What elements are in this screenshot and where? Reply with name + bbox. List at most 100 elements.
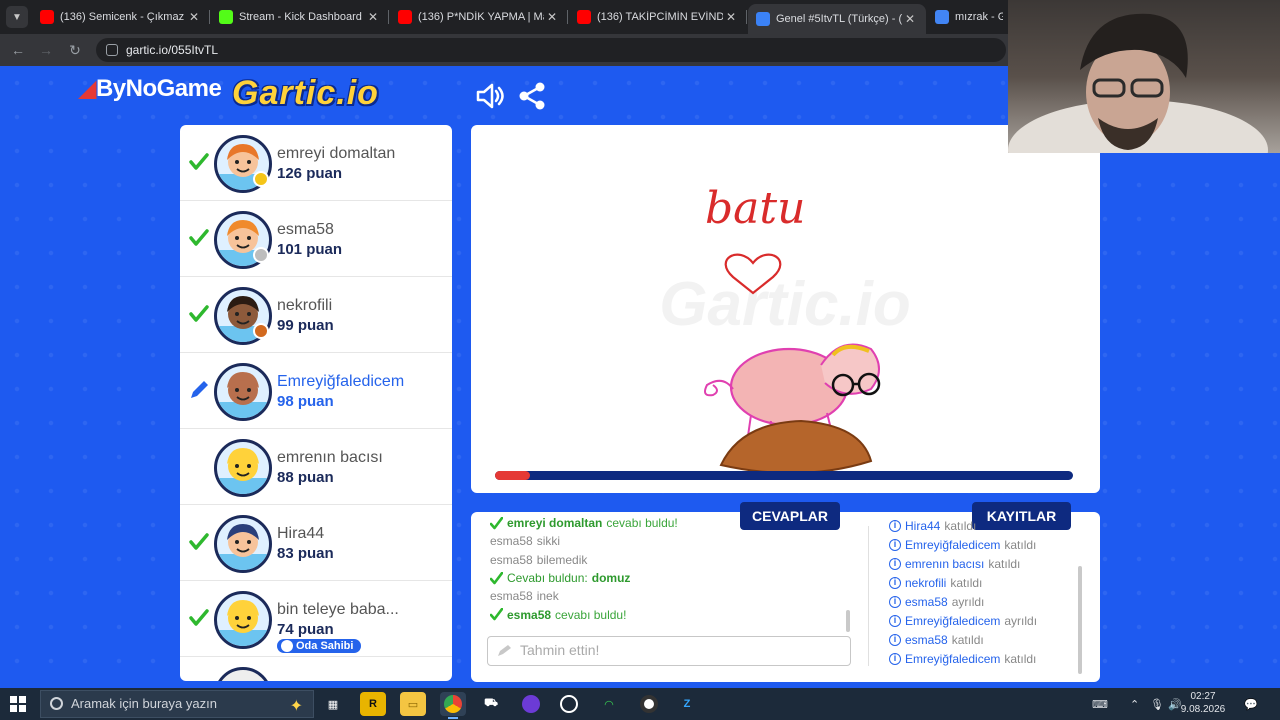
- player-score: 101 puan: [277, 241, 343, 258]
- player-row: Emreyiğfaledicem 98 puan: [180, 353, 452, 429]
- browser-tab[interactable]: Stream - Kick Dashboard ✕: [211, 4, 389, 30]
- log-action: katıldı: [1004, 651, 1037, 666]
- guess-input[interactable]: Tahmin ettin!: [487, 636, 851, 666]
- tab-search-button[interactable]: ▼: [6, 6, 28, 28]
- file-explorer-icon[interactable]: ▭: [400, 692, 426, 716]
- taskbar-search[interactable]: Aramak için buraya yazın ✦: [40, 690, 314, 718]
- log-line: i Emreyiğfaledicem ayrıldı: [889, 611, 1074, 630]
- app-icon-10[interactable]: Z: [674, 692, 700, 716]
- log-action: katıldı: [988, 556, 1021, 571]
- browser-tab[interactable]: (136) TAKİPCİMİN EVİNDE SI✕: [569, 4, 747, 30]
- back-button[interactable]: ←: [8, 40, 28, 60]
- gartic-icon: [756, 12, 770, 26]
- info-icon: i: [889, 652, 901, 665]
- answer-author: esma58: [490, 534, 533, 549]
- tab-title: Stream - Kick Dashboard: [239, 11, 362, 23]
- notifications-icon[interactable]: 💬: [1244, 688, 1258, 720]
- tab-title: (136) Semicenk - Çıkmaz Bir: [60, 11, 186, 23]
- guess-placeholder: Tahmin ettin!: [520, 642, 600, 658]
- answer-author: esma58: [490, 552, 533, 567]
- player-row: Hira44 83 puan: [180, 505, 452, 581]
- share-icon[interactable]: [516, 80, 548, 112]
- mud-drawing: [719, 419, 873, 475]
- tray-keyboard-icon[interactable]: ⌨: [1092, 688, 1108, 720]
- tab-close-icon[interactable]: ✕: [544, 10, 560, 24]
- site-info-icon[interactable]: [106, 44, 118, 56]
- check-icon: [189, 533, 209, 550]
- player-level-badge: [253, 323, 269, 339]
- browser-tab[interactable]: Genel #5ItvTL (Türkçe) - (✕: [748, 4, 926, 34]
- forward-button[interactable]: →: [36, 40, 56, 60]
- tab-close-icon[interactable]: ✕: [723, 10, 739, 24]
- browser-tab[interactable]: (136) P*NDİK YAPMA | Mada✕: [390, 4, 568, 30]
- bynogame-logo[interactable]: ◢ByNoGame: [78, 74, 222, 103]
- gartic-page: ◢ByNoGame Gartic.io emreyi domaltan 126 p…: [0, 66, 1280, 688]
- log-player: Emreyiğfaledicem: [905, 537, 1001, 552]
- player-score: 99 puan: [277, 317, 334, 334]
- owner-label: Oda Sahibi: [296, 640, 354, 652]
- reload-button[interactable]: ↻: [65, 40, 85, 60]
- pencil-icon: [498, 645, 511, 656]
- taskbar-clock[interactable]: 02:27 9.08.2026: [1176, 690, 1230, 716]
- tab-separator: [209, 10, 210, 24]
- log-player: emrenın bacısı: [905, 556, 985, 571]
- avatar-face-icon: [217, 448, 269, 494]
- player-avatar[interactable]: [214, 439, 272, 497]
- avatar-face-icon: [217, 600, 269, 646]
- app-icon-8[interactable]: ◠: [596, 692, 622, 716]
- player-name: esma58: [277, 221, 334, 238]
- drawing-canvas[interactable]: Gartic.io batu: [471, 125, 1100, 493]
- check-icon: [189, 609, 209, 626]
- answers-scrollbar[interactable]: [846, 610, 850, 632]
- answer-line: esma58 sikki: [490, 532, 850, 550]
- answer-text: sikki: [536, 534, 561, 549]
- player-row: bin teleye baba... 74 puan Oda Sahibi: [180, 581, 452, 657]
- player-name: emreyi domaltan: [277, 145, 396, 162]
- steam-icon[interactable]: [556, 692, 582, 716]
- obs-icon[interactable]: [636, 692, 662, 716]
- tray-mic-icon[interactable]: 🎙: [1150, 688, 1164, 720]
- speaker-icon[interactable]: [474, 80, 506, 112]
- app-icon-5[interactable]: ⛟: [478, 692, 504, 716]
- browser-tab[interactable]: mızrak - Goo: [927, 4, 1011, 30]
- url-text: gartic.io/055ItvTL: [126, 43, 219, 57]
- player-avatar[interactable]: [214, 363, 272, 421]
- answer-author: emreyi domaltan: [507, 516, 603, 531]
- logs-list: i Hira44 katıldı i Emreyiğfaledicem katıldı i e…: [889, 516, 1074, 668]
- tab-close-icon[interactable]: ✕: [365, 10, 381, 24]
- tab-close-icon[interactable]: ✕: [902, 12, 918, 26]
- address-bar[interactable]: gartic.io/055ItvTL: [96, 38, 1006, 62]
- player-name: Hira44: [277, 525, 325, 542]
- gartic-logo[interactable]: Gartic.io: [232, 74, 379, 113]
- log-line: i esma58 katıldı: [889, 630, 1074, 649]
- player-row: emrenın bacısı 88 puan: [180, 429, 452, 505]
- answers-list: emreyi domaltan cevabı buldu! esma58 sikki e…: [490, 514, 850, 624]
- player-avatar[interactable]: [214, 667, 272, 681]
- tab-title: Genel #5ItvTL (Türkçe) - (: [776, 13, 902, 25]
- windows-start-icon[interactable]: [10, 696, 26, 712]
- log-line: i Emreyiğfaledicem katıldı: [889, 649, 1074, 668]
- youtube-icon: [398, 10, 412, 24]
- player-name: bin teleye baba...: [277, 601, 399, 618]
- player-score: 88 puan: [277, 469, 334, 486]
- chrome-icon[interactable]: [440, 692, 466, 719]
- logs-scrollbar[interactable]: [1078, 566, 1082, 674]
- app-icon-6[interactable]: [518, 692, 544, 716]
- tab-separator: [388, 10, 389, 24]
- player-level-badge: [253, 247, 269, 263]
- log-line: i Hira44 katıldı: [889, 516, 1074, 535]
- rockstar-launcher-icon[interactable]: R: [360, 692, 386, 716]
- tab-close-icon[interactable]: ✕: [186, 10, 202, 24]
- player-row: esma58 101 puan: [180, 201, 452, 277]
- player-name: emrenın bacısı: [277, 449, 383, 466]
- player-avatar[interactable]: [214, 591, 272, 649]
- player-avatar[interactable]: [214, 515, 272, 573]
- pig-head-drawing: [820, 343, 880, 395]
- check-icon: [490, 608, 503, 621]
- log-action: katıldı: [951, 632, 984, 647]
- task-view-icon[interactable]: ▦: [320, 692, 346, 716]
- tray-overflow-icon[interactable]: ⌃: [1130, 688, 1139, 720]
- info-icon: i: [889, 557, 901, 570]
- browser-tab[interactable]: (136) Semicenk - Çıkmaz Bir✕: [32, 4, 210, 30]
- taskbar-search-placeholder: Aramak için buraya yazın: [71, 696, 217, 711]
